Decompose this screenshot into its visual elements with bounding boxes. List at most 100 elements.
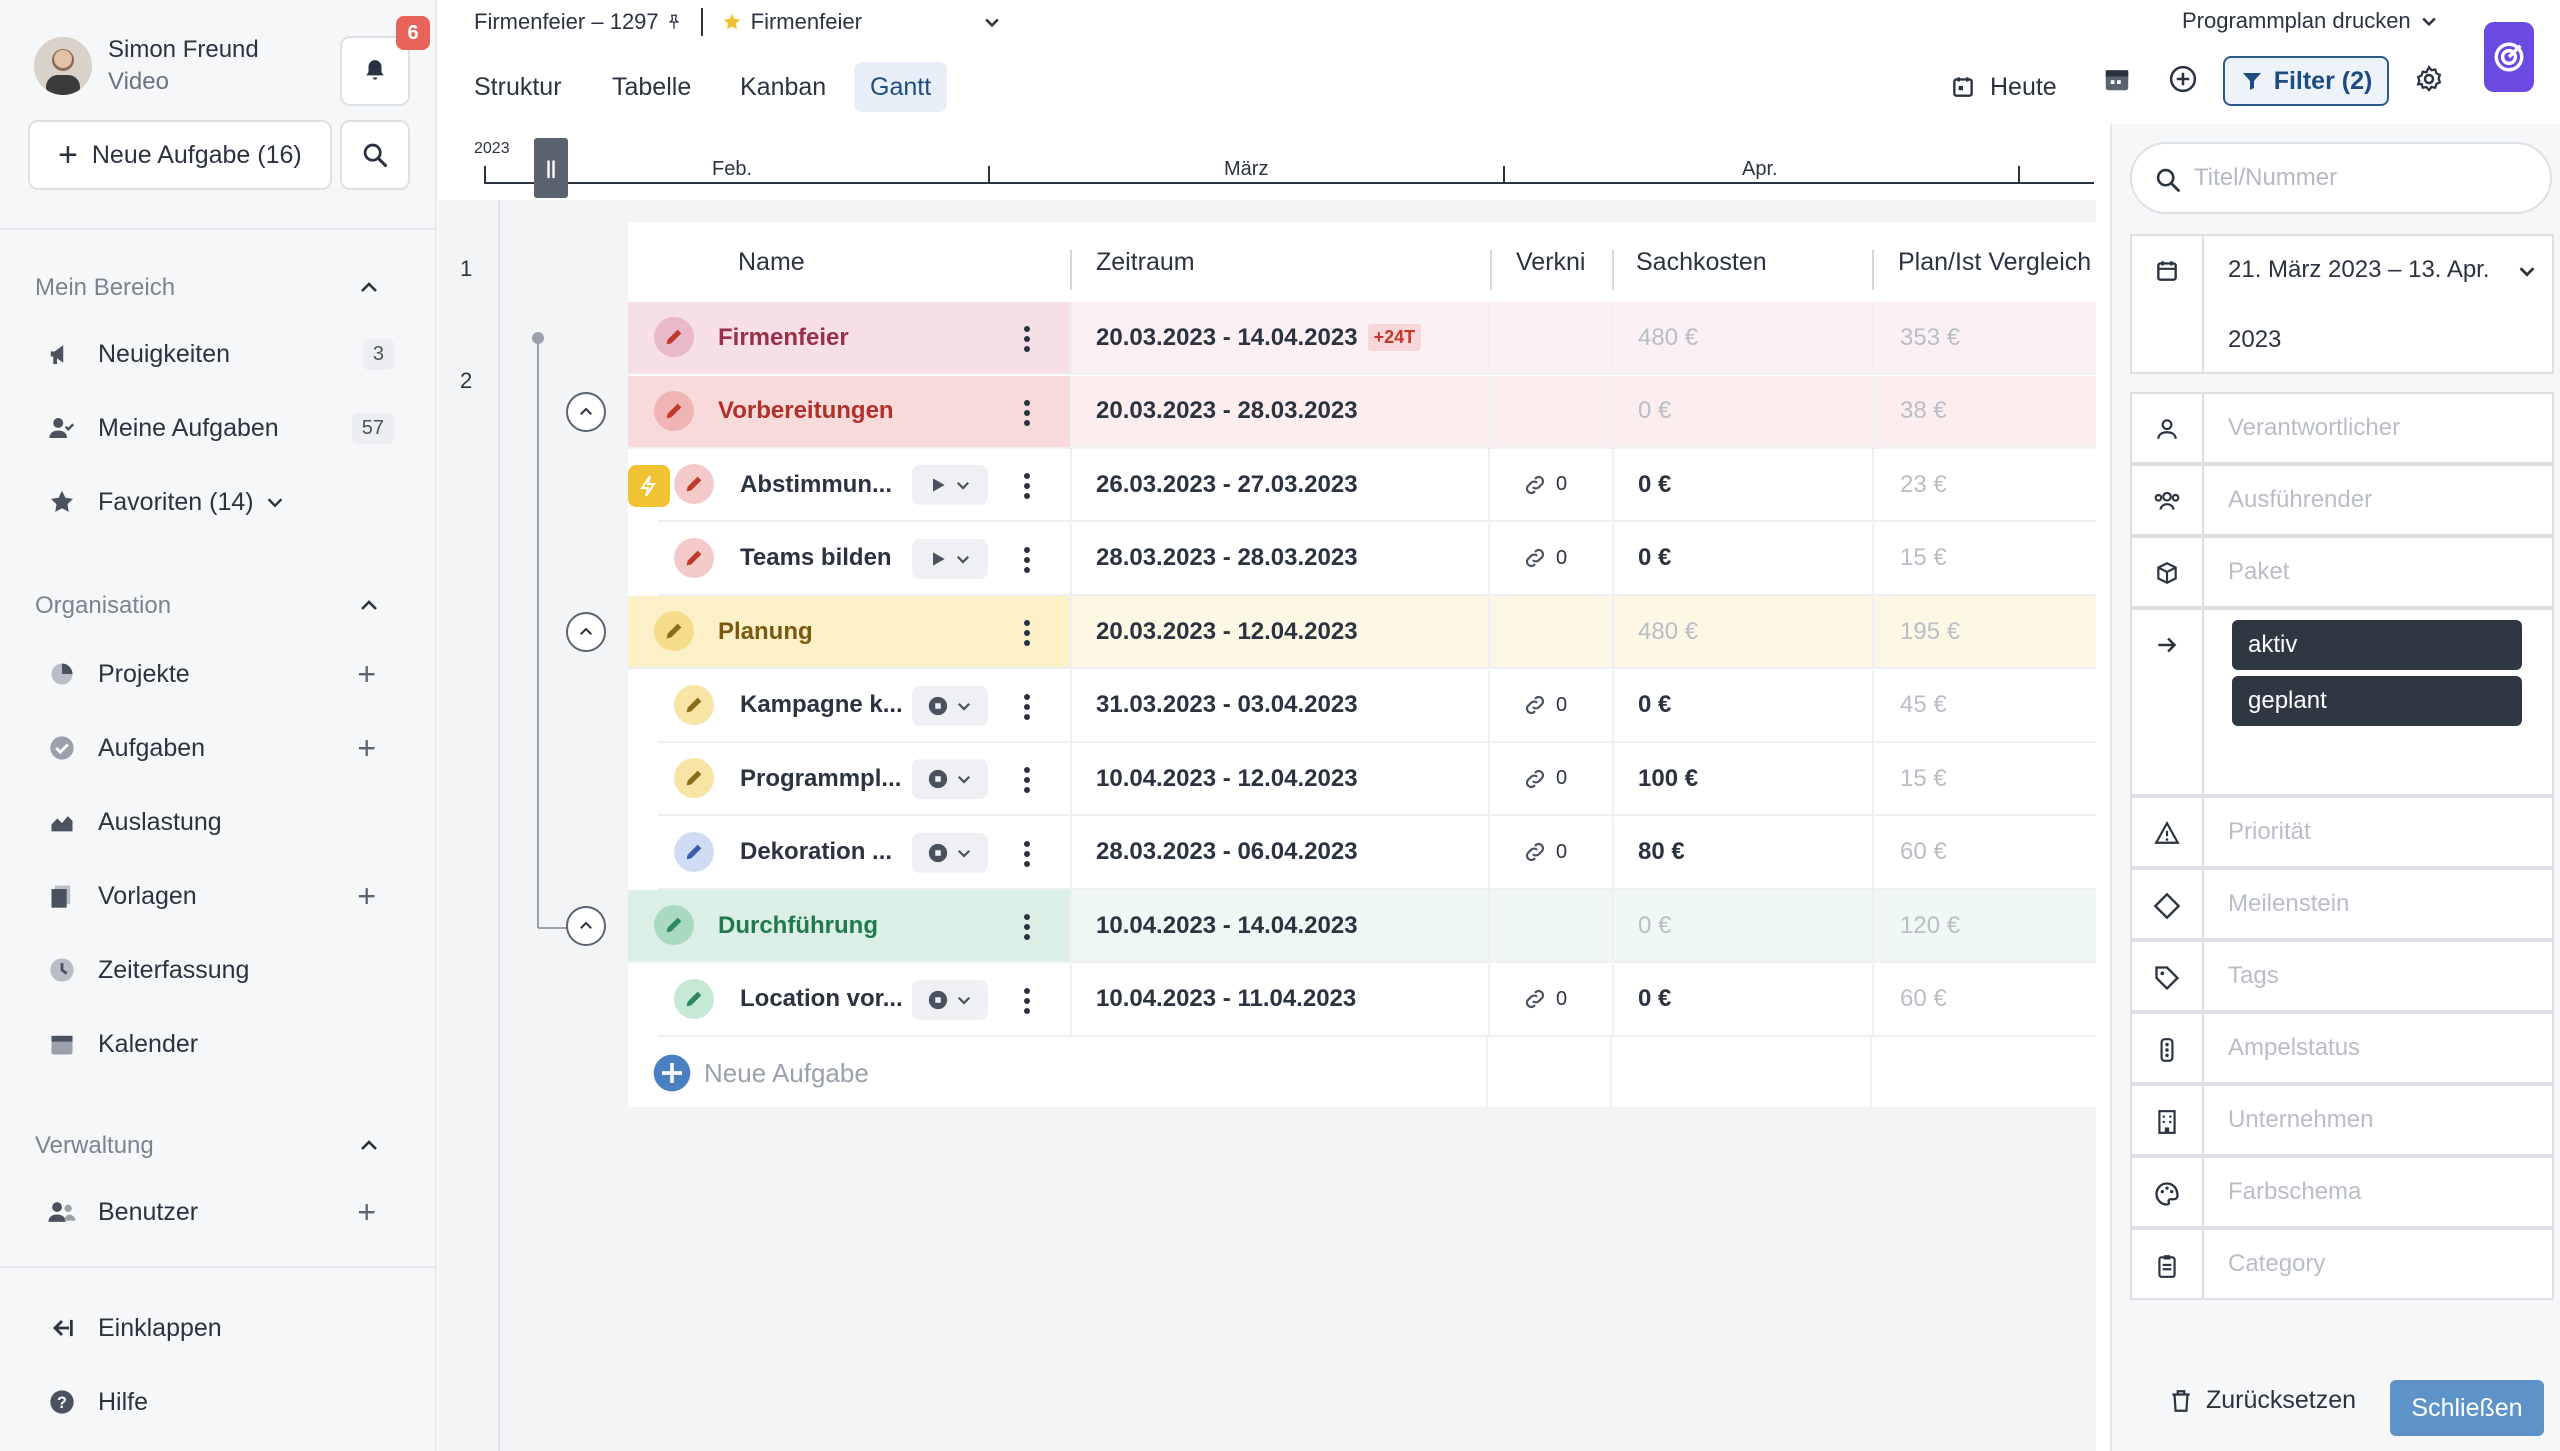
links-cell[interactable]: 0 <box>1522 743 1567 814</box>
date-range-cell[interactable]: 20.03.2023 - 14.04.2023 +24T <box>1096 302 1422 373</box>
sidebar-item-meine-aufgaben[interactable]: Meine Aufgaben 57 <box>44 406 404 450</box>
chevron-up-icon[interactable] <box>357 1134 381 1158</box>
links-cell[interactable]: 0 <box>1522 817 1567 888</box>
cost-cell[interactable]: 0 € <box>1638 449 1671 520</box>
column-header-zeitraum[interactable]: Zeitraum <box>1096 222 1195 302</box>
row-menu-button[interactable] <box>1022 839 1032 869</box>
column-header-plan-ist[interactable]: Plan/Ist Vergleich <box>1898 222 2091 302</box>
filter-color-scheme[interactable]: Farbschema <box>2130 1156 2554 1228</box>
date-range-cell[interactable]: 10.04.2023 - 11.04.2023 <box>1096 964 1356 1035</box>
start-timer-dropdown[interactable] <box>912 538 988 579</box>
start-timer-dropdown[interactable] <box>912 465 988 505</box>
favorite-project-select[interactable]: Firmenfeier <box>751 9 862 35</box>
links-cell[interactable]: 0 <box>1522 449 1567 520</box>
sidebar-item-auslastung[interactable]: Auslastung <box>44 800 404 844</box>
pencil-icon[interactable] <box>674 978 714 1019</box>
links-cell[interactable]: 0 <box>1522 670 1567 741</box>
timeline-drag-handle[interactable]: || <box>534 138 568 198</box>
cost-cell[interactable]: 0 € <box>1638 670 1671 741</box>
table-row[interactable]: Durchführung 10.04.2023 - 14.04.2023 0 € 12… <box>628 890 2096 963</box>
tab-kanban[interactable]: Kanban <box>724 62 842 112</box>
status-chip-aktiv[interactable]: aktiv <box>2232 620 2522 670</box>
pin-icon[interactable] <box>665 13 683 31</box>
pencil-icon[interactable] <box>674 831 714 872</box>
task-name[interactable]: Location vor... <box>740 964 903 1035</box>
row-menu-button[interactable] <box>1022 398 1032 428</box>
task-name[interactable]: Programmpl... <box>740 743 901 814</box>
add-button[interactable] <box>2168 64 2198 94</box>
table-row[interactable]: Dekoration ... 28.03.2023 - 06.04.2023 0 80… <box>658 816 2096 890</box>
column-separator[interactable] <box>1490 250 1492 290</box>
timer-status-dropdown[interactable] <box>912 759 988 799</box>
column-separator[interactable] <box>1872 250 1874 290</box>
pencil-icon[interactable] <box>674 464 714 504</box>
date-range-cell[interactable]: 20.03.2023 - 12.04.2023 <box>1096 596 1358 667</box>
sidebar-item-kalender[interactable]: Kalender <box>44 1022 404 1066</box>
filter-status[interactable]: aktiv geplant <box>2130 608 2554 796</box>
table-row[interactable]: Abstimmun... 26.03.2023 - 27.03.2023 0 0 € 2… <box>658 449 2096 522</box>
sidebar-item-projekte[interactable]: Projekte + <box>44 652 404 696</box>
collapse-toggle[interactable] <box>566 612 606 652</box>
filter-company[interactable]: Unternehmen <box>2130 1084 2554 1156</box>
task-name[interactable]: Firmenfeier <box>718 302 849 373</box>
column-separator[interactable] <box>1070 250 1072 290</box>
pencil-icon[interactable] <box>654 611 694 651</box>
lightning-icon[interactable] <box>628 465 670 507</box>
timer-status-dropdown[interactable] <box>912 685 988 726</box>
add-template-button[interactable]: + <box>357 880 376 912</box>
chevron-down-icon[interactable] <box>982 12 1002 32</box>
date-range-cell[interactable]: 28.03.2023 - 06.04.2023 <box>1096 817 1358 888</box>
row-menu-button[interactable] <box>1022 545 1032 575</box>
task-name[interactable]: Dekoration ... <box>740 817 892 888</box>
column-separator[interactable] <box>1612 250 1614 290</box>
links-cell[interactable]: 0 <box>1522 964 1567 1035</box>
filter-executor[interactable]: Ausführender <box>2130 464 2554 536</box>
sidebar-item-vorlagen[interactable]: Vorlagen + <box>44 874 404 918</box>
cost-cell[interactable]: 480 € <box>1638 302 1698 373</box>
task-name[interactable]: Durchführung <box>718 890 878 961</box>
task-name[interactable]: Kampagne k... <box>740 670 903 741</box>
collapse-sidebar-button[interactable]: Einklappen <box>44 1306 404 1350</box>
print-dropdown[interactable]: Programmplan drucken <box>2182 8 2439 34</box>
row-menu-button[interactable] <box>1022 986 1032 1016</box>
date-range-cell[interactable]: 20.03.2023 - 28.03.2023 <box>1096 376 1358 447</box>
tab-gantt[interactable]: Gantt <box>854 62 948 112</box>
cost-cell[interactable]: 0 € <box>1638 376 1671 447</box>
pencil-icon[interactable] <box>674 758 714 798</box>
cost-cell[interactable]: 0 € <box>1638 964 1671 1035</box>
table-row[interactable]: Location vor... 10.04.2023 - 11.04.2023 0 0… <box>658 963 2096 1037</box>
name-cell[interactable] <box>628 596 1070 667</box>
add-user-button[interactable]: + <box>357 1196 376 1228</box>
sidebar-item-benutzer[interactable]: Benutzer + <box>44 1190 404 1234</box>
column-header-name[interactable]: Name <box>738 222 805 302</box>
avatar[interactable] <box>34 37 92 95</box>
sidebar-item-aufgaben[interactable]: Aufgaben + <box>44 726 404 770</box>
date-range-cell[interactable]: 10.04.2023 - 12.04.2023 <box>1096 743 1358 814</box>
task-name[interactable]: Abstimmun... <box>740 449 892 520</box>
sidebar-item-zeiterfassung[interactable]: Zeiterfassung <box>44 948 404 992</box>
date-range-cell[interactable]: 28.03.2023 - 28.03.2023 <box>1096 523 1358 594</box>
filter-package[interactable]: Paket <box>2130 536 2554 608</box>
chevron-up-icon[interactable] <box>357 276 381 300</box>
search-button[interactable] <box>340 120 410 190</box>
cost-cell[interactable]: 480 € <box>1638 596 1698 667</box>
timer-status-dropdown[interactable] <box>912 832 988 873</box>
filter-date-range[interactable]: 21. März 2023 – 13. Apr. 2023 <box>2130 234 2554 374</box>
pencil-icon[interactable] <box>674 684 714 725</box>
cost-cell[interactable]: 0 € <box>1638 523 1671 594</box>
collapse-toggle[interactable] <box>566 391 606 432</box>
row-menu-button[interactable] <box>1022 765 1032 795</box>
date-range-cell[interactable]: 26.03.2023 - 27.03.2023 <box>1096 449 1358 520</box>
chevron-down-icon[interactable] <box>264 491 286 513</box>
links-cell[interactable]: 0 <box>1522 523 1567 594</box>
help-button[interactable]: ? Hilfe <box>44 1380 404 1424</box>
filter-category[interactable]: Category <box>2130 1228 2554 1300</box>
add-project-button[interactable]: + <box>357 658 376 690</box>
tab-struktur[interactable]: Struktur <box>458 62 578 112</box>
column-header-sachkosten[interactable]: Sachkosten <box>1636 222 1767 302</box>
table-row[interactable]: Teams bilden 28.03.2023 - 28.03.2023 0 0 € 1… <box>658 522 2096 596</box>
collapse-toggle[interactable] <box>566 906 606 946</box>
table-row[interactable]: Planung 20.03.2023 - 12.04.2023 480 € 195 € <box>628 596 2096 669</box>
task-name[interactable]: Planung <box>718 596 813 667</box>
pencil-icon[interactable] <box>654 317 694 357</box>
